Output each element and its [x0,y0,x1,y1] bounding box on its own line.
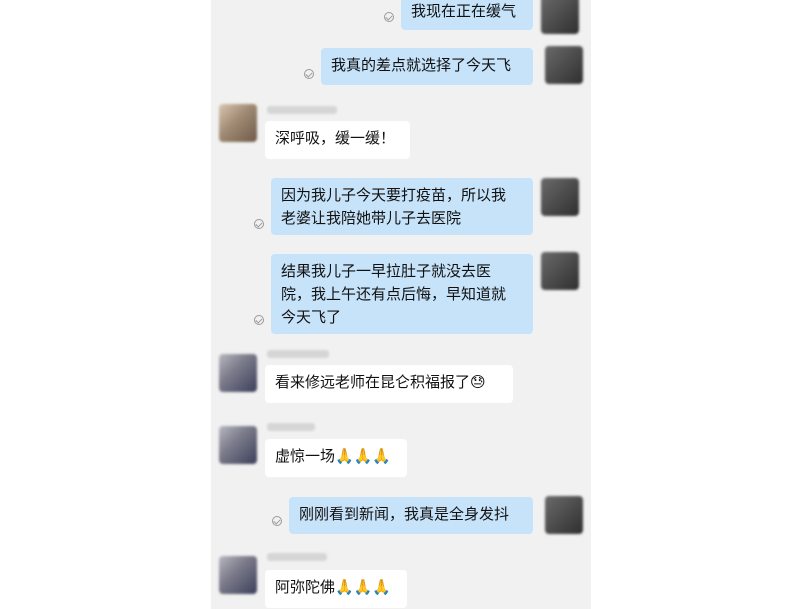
avatar[interactable] [219,556,257,594]
sender-name [267,553,327,561]
message-bubble[interactable]: 虚惊一场🙏🙏🙏 [265,439,407,477]
avatar[interactable] [219,354,257,392]
chat-panel: 我现在正在缓气 我真的差点就选择了今天飞 深呼吸，缓一缓！ 因为我儿子今天要打疫… [211,0,591,609]
avatar[interactable] [541,178,579,216]
read-receipt-icon [254,219,264,229]
avatar[interactable] [219,426,257,464]
read-receipt-icon [272,516,282,526]
avatar[interactable] [545,496,583,534]
message-bubble[interactable]: 我现在正在缓气 [401,0,533,30]
message-bubble[interactable]: 我真的差点就选择了今天飞 [321,48,533,85]
avatar[interactable] [219,104,257,142]
read-receipt-icon [254,315,264,325]
message-bubble[interactable]: 深呼吸，缓一缓！ [265,121,410,159]
message-bubble[interactable]: 刚刚看到新闻，我真是全身发抖 [289,497,533,534]
sender-name [267,106,337,114]
read-receipt-icon [304,69,314,79]
message-bubble[interactable]: 因为我儿子今天要打疫苗，所以我 老婆让我陪她带儿子去医院 [271,178,533,235]
message-bubble[interactable]: 看来修远老师在昆仑积福报了😓 [265,365,513,403]
avatar[interactable] [541,252,579,290]
sender-name [267,350,329,358]
message-bubble[interactable]: 阿弥陀佛🙏🙏🙏 [265,570,407,608]
sender-name [267,423,315,431]
message-bubble[interactable]: 结果我儿子一早拉肚子就没去医 院，我上午还有点后悔，早知道就 今天飞了 [271,254,533,334]
read-receipt-icon [384,12,394,22]
avatar[interactable] [541,0,579,34]
avatar[interactable] [545,46,583,84]
